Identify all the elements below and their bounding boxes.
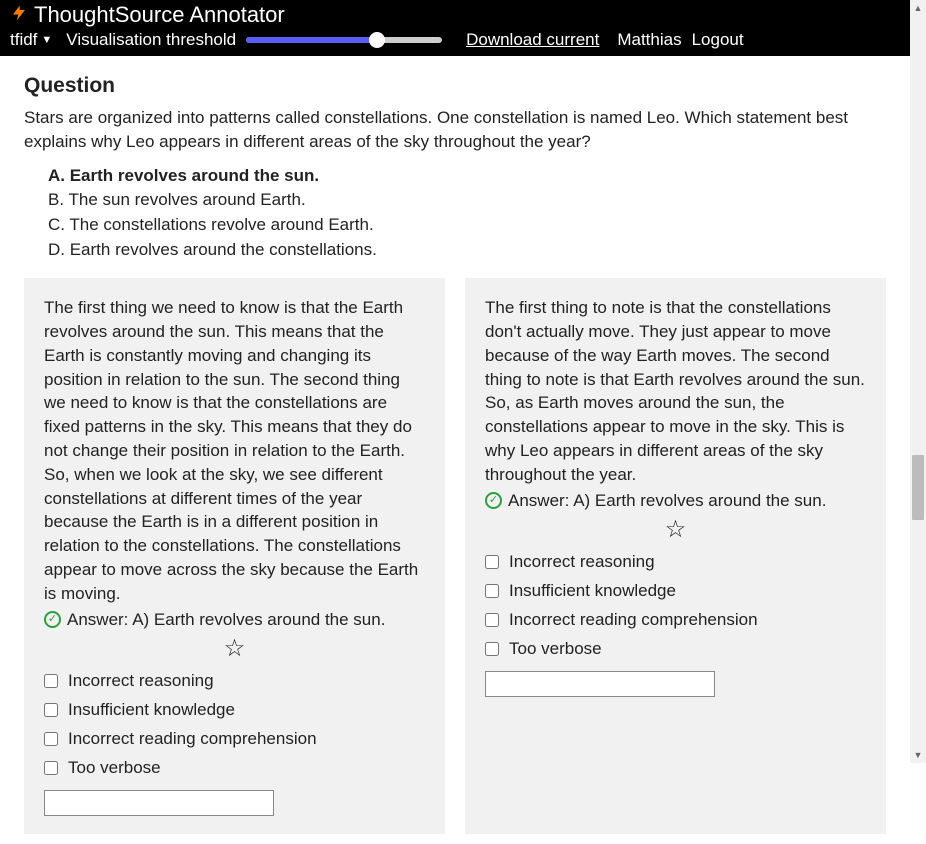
star-button[interactable]: ☆ <box>44 637 425 661</box>
user-block: Matthias Logout <box>617 30 743 50</box>
check-incorrect-reading[interactable]: Incorrect reading comprehension <box>485 608 866 632</box>
option-b: B. The sun revolves around Earth. <box>48 188 886 213</box>
check-incorrect-reasoning[interactable]: Incorrect reasoning <box>44 669 425 693</box>
scroll-up-icon[interactable]: ▲ <box>910 0 926 16</box>
answer-text: Answer: A) Earth revolves around the sun… <box>508 489 826 513</box>
free-text-input[interactable] <box>44 790 274 816</box>
card-body: The first thing we need to know is that … <box>44 296 425 605</box>
question-text: Stars are organized into patterns called… <box>24 106 886 154</box>
slider-label: Visualisation threshold <box>66 30 236 50</box>
checkbox[interactable] <box>44 703 58 717</box>
check-label: Insufficient knowledge <box>509 579 676 603</box>
checks-group: Incorrect reasoning Insufficient knowled… <box>485 550 866 660</box>
checkbox[interactable] <box>485 555 499 569</box>
reasoning-card: The first thing to note is that the cons… <box>465 278 886 833</box>
check-label: Insufficient knowledge <box>68 698 235 722</box>
topbar: ThoughtSource Annotator tfidf ▼ Visualis… <box>0 0 910 56</box>
checkbox[interactable] <box>485 642 499 656</box>
topbar-controls: tfidf ▼ Visualisation threshold Download… <box>10 30 900 50</box>
checkbox[interactable] <box>485 584 499 598</box>
answer-row: ✓ Answer: A) Earth revolves around the s… <box>44 608 425 632</box>
bolt-icon <box>10 2 28 28</box>
logout-link[interactable]: Logout <box>692 30 744 50</box>
check-circle-icon: ✓ <box>44 611 61 628</box>
free-text-input[interactable] <box>485 671 715 697</box>
check-label: Incorrect reading comprehension <box>68 727 317 751</box>
check-label: Too verbose <box>509 637 602 661</box>
option-a: A. Earth revolves around the sun. <box>48 164 886 189</box>
threshold-slider[interactable] <box>246 37 442 43</box>
check-too-verbose[interactable]: Too verbose <box>485 637 866 661</box>
check-insufficient-knowledge[interactable]: Insufficient knowledge <box>44 698 425 722</box>
check-insufficient-knowledge[interactable]: Insufficient knowledge <box>485 579 866 603</box>
card-body: The first thing to note is that the cons… <box>485 296 866 486</box>
chevron-down-icon: ▼ <box>41 34 52 46</box>
user-name: Matthias <box>617 30 681 50</box>
threshold-slider-group: Visualisation threshold <box>66 30 442 50</box>
checkbox[interactable] <box>485 613 499 627</box>
checkbox[interactable] <box>44 674 58 688</box>
check-incorrect-reading[interactable]: Incorrect reading comprehension <box>44 727 425 751</box>
check-too-verbose[interactable]: Too verbose <box>44 756 425 780</box>
check-incorrect-reasoning[interactable]: Incorrect reasoning <box>485 550 866 574</box>
content: Question Stars are organized into patter… <box>0 56 910 844</box>
check-circle-icon: ✓ <box>485 492 502 509</box>
star-button[interactable]: ☆ <box>485 518 866 542</box>
check-label: Incorrect reasoning <box>509 550 655 574</box>
options: A. Earth revolves around the sun. B. The… <box>24 164 886 263</box>
scrollbar[interactable]: ▲ ▼ <box>910 0 926 763</box>
check-label: Incorrect reading comprehension <box>509 608 758 632</box>
slider-handle[interactable] <box>369 32 385 48</box>
option-d: D. Earth revolves around the constellati… <box>48 238 886 263</box>
cards-row: The first thing we need to know is that … <box>24 278 886 833</box>
slider-fill <box>246 37 377 43</box>
checkbox[interactable] <box>44 732 58 746</box>
scrollbar-thumb[interactable] <box>912 455 924 520</box>
answer-text: Answer: A) Earth revolves around the sun… <box>67 608 385 632</box>
check-label: Too verbose <box>68 756 161 780</box>
reasoning-card: The first thing we need to know is that … <box>24 278 445 833</box>
dropdown-label: tfidf <box>10 30 37 50</box>
scroll-down-icon[interactable]: ▼ <box>910 747 926 763</box>
option-c: C. The constellations revolve around Ear… <box>48 213 886 238</box>
check-label: Incorrect reasoning <box>68 669 214 693</box>
method-dropdown[interactable]: tfidf ▼ <box>10 30 52 50</box>
app-title: ThoughtSource Annotator <box>34 2 285 28</box>
download-link[interactable]: Download current <box>466 30 599 50</box>
topbar-title-row: ThoughtSource Annotator <box>10 2 900 28</box>
section-title: Question <box>24 74 886 98</box>
answer-row: ✓ Answer: A) Earth revolves around the s… <box>485 489 866 513</box>
